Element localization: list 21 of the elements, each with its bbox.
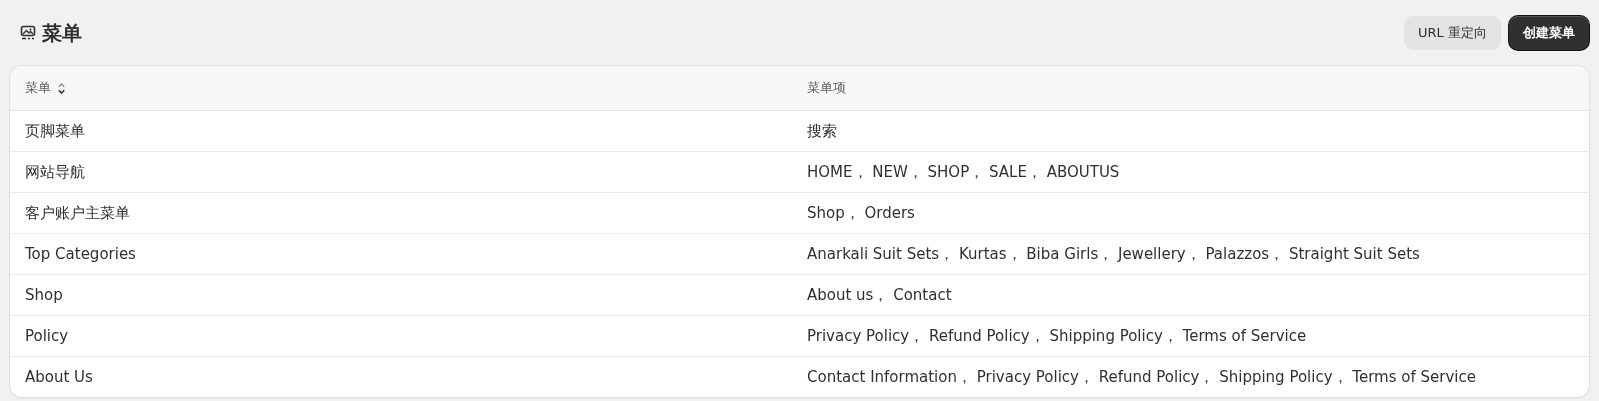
column-header[interactable]: 菜单 [25, 79, 51, 97]
menu-name-cell[interactable]: 网站导航 [25, 162, 85, 181]
column-header: 菜单项 [807, 80, 846, 95]
menu-name-cell[interactable]: Shop [25, 286, 63, 304]
menu-items-cell: 搜索 [807, 121, 837, 140]
redirect-button[interactable]: URL 重定向 [1404, 16, 1501, 50]
menu-name-cell[interactable]: 页脚菜单 [25, 121, 85, 140]
menu-name-cell[interactable]: About Us [25, 368, 93, 386]
page-title: 菜单 [42, 19, 82, 47]
menu-items-cell: Privacy Policy， Refund Policy， Shipping Policy， Terms of Service [807, 326, 1307, 345]
menu-image-icon [20, 25, 36, 41]
sort-icon[interactable] [57, 81, 66, 95]
menu-name-cell[interactable]: 客户账户主菜单 [25, 203, 130, 222]
menu-items-cell: About us， Contact [807, 285, 952, 304]
menu-items-cell: Contact Information， Privacy Policy， Refund Policy， Shipping Policy， Terms of Service [807, 367, 1476, 386]
create-menu-button[interactable]: 创建菜单 [1509, 16, 1589, 50]
menu-items-cell: Anarkali Suit Sets， Kurtas， Biba Girls， Jewellery， Palazzos， Straight Suit Sets [807, 244, 1420, 263]
menu-items-cell: Shop， Orders [807, 203, 915, 222]
menu-name-cell[interactable]: Policy [25, 327, 69, 345]
menu-name-cell[interactable]: Top Categories [25, 245, 136, 263]
menu-items-cell: HOME， NEW， SHOP， SALE， ABOUTUS [807, 162, 1120, 181]
